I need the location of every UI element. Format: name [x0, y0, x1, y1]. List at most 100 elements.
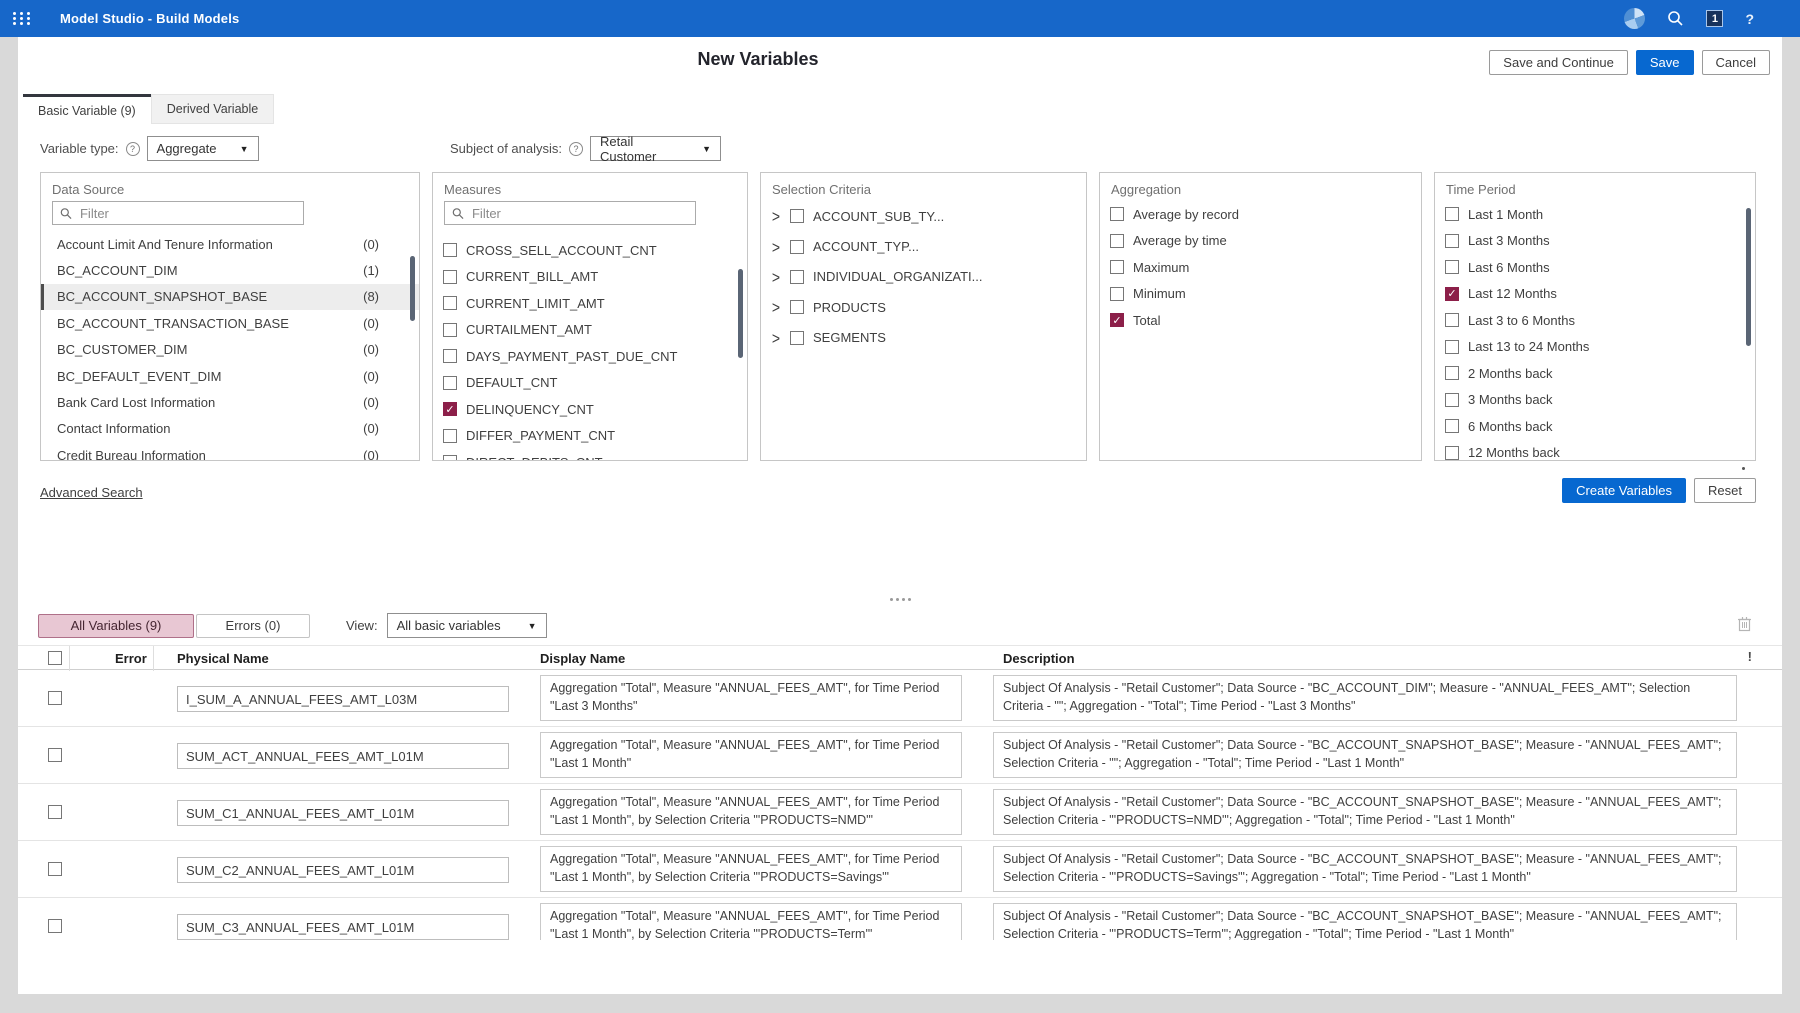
checkbox[interactable]: ✓	[1110, 313, 1124, 327]
save-button[interactable]: Save	[1636, 50, 1694, 75]
checkbox[interactable]	[1445, 446, 1459, 460]
data-source-item[interactable]: Contact Information(0)	[41, 416, 419, 442]
row-checkbox[interactable]	[48, 748, 62, 762]
display-name-field[interactable]: Aggregation "Total", Measure "ANNUAL_FEE…	[540, 675, 962, 721]
subject-of-analysis-dropdown[interactable]: Retail Customer ▼	[590, 136, 721, 161]
create-variables-button[interactable]: Create Variables	[1562, 478, 1686, 503]
search-icon[interactable]	[1667, 10, 1684, 27]
splitter-handle[interactable]	[18, 595, 1782, 603]
delete-trash-icon[interactable]	[1737, 615, 1752, 632]
time-period-item[interactable]: Last 13 to 24 Months	[1435, 334, 1755, 361]
checkbox[interactable]	[1110, 287, 1124, 301]
app-switcher-icon[interactable]	[13, 12, 32, 25]
checkbox[interactable]	[443, 376, 457, 390]
expand-chevron-icon[interactable]: >	[771, 328, 781, 347]
measure-item[interactable]: CURRENT_LIMIT_AMT	[433, 290, 747, 317]
variable-type-help-icon[interactable]: ?	[126, 142, 140, 156]
checkbox[interactable]	[1110, 260, 1124, 274]
select-all-checkbox[interactable]	[48, 651, 62, 665]
description-field[interactable]: Subject Of Analysis - "Retail Customer";…	[993, 846, 1737, 892]
data-source-item[interactable]: BC_CUSTOMER_DIM(0)	[41, 337, 419, 363]
physical-name-input[interactable]	[177, 743, 509, 769]
measure-item[interactable]: DIRECT_DEBITS_CNT	[433, 449, 747, 461]
time-period-scrollbar[interactable]	[1746, 208, 1751, 346]
checkbox[interactable]: ✓	[1445, 287, 1459, 301]
time-period-item[interactable]: 12 Months back	[1435, 440, 1755, 462]
measure-item[interactable]: DEFAULT_CNT	[433, 370, 747, 397]
selection-criteria-item[interactable]: >ACCOUNT_TYP...	[761, 231, 1086, 261]
measure-item[interactable]: CROSS_SELL_ACCOUNT_CNT	[433, 237, 747, 264]
expand-chevron-icon[interactable]: >	[771, 207, 781, 226]
view-dropdown[interactable]: All basic variables ▼	[387, 613, 547, 638]
checkbox[interactable]	[1445, 366, 1459, 380]
tab-all-variables[interactable]: All Variables (9)	[38, 614, 194, 638]
data-source-filter[interactable]	[52, 201, 304, 225]
data-source-scrollbar[interactable]	[410, 256, 415, 321]
checkbox[interactable]	[443, 455, 457, 461]
time-period-item[interactable]: 2 Months back	[1435, 360, 1755, 387]
expand-chevron-icon[interactable]: >	[771, 237, 781, 256]
data-source-item[interactable]: BC_ACCOUNT_TRANSACTION_BASE(0)	[41, 310, 419, 336]
selection-criteria-item[interactable]: >ACCOUNT_SUB_TY...	[761, 201, 1086, 231]
notification-badge[interactable]: 1	[1706, 10, 1723, 27]
checkbox[interactable]	[1110, 207, 1124, 221]
measure-item[interactable]: CURRENT_BILL_AMT	[433, 264, 747, 291]
checkbox[interactable]	[443, 323, 457, 337]
description-field[interactable]: Subject Of Analysis - "Retail Customer";…	[993, 789, 1737, 835]
checkbox[interactable]: ✓	[443, 402, 457, 416]
checkbox[interactable]	[443, 270, 457, 284]
description-field[interactable]: Subject Of Analysis - "Retail Customer";…	[993, 675, 1737, 721]
measures-filter-input[interactable]	[470, 205, 688, 222]
variable-type-dropdown[interactable]: Aggregate ▼	[147, 136, 259, 161]
tab-derived-variable[interactable]: Derived Variable	[151, 94, 274, 124]
cancel-button[interactable]: Cancel	[1702, 50, 1770, 75]
row-checkbox[interactable]	[48, 919, 62, 933]
measures-filter[interactable]	[444, 201, 696, 225]
checkbox[interactable]	[1445, 340, 1459, 354]
aggregation-item[interactable]: Average by record	[1100, 201, 1421, 228]
tab-basic-variable[interactable]: Basic Variable (9)	[23, 94, 151, 124]
tab-errors[interactable]: Errors (0)	[196, 614, 310, 638]
measure-item[interactable]: DIFFER_PAYMENT_CNT	[433, 423, 747, 450]
selection-criteria-item[interactable]: >SEGMENTS	[761, 323, 1086, 353]
checkbox[interactable]	[790, 209, 804, 223]
time-period-item[interactable]: ✓Last 12 Months	[1435, 281, 1755, 308]
description-field[interactable]: Subject Of Analysis - "Retail Customer";…	[993, 732, 1737, 778]
checkbox[interactable]	[1445, 234, 1459, 248]
checkbox[interactable]	[443, 296, 457, 310]
time-period-item[interactable]: 6 Months back	[1435, 413, 1755, 440]
row-checkbox[interactable]	[48, 862, 62, 876]
row-checkbox[interactable]	[48, 691, 62, 705]
data-source-item[interactable]: Credit Bureau Information(0)	[41, 442, 419, 461]
checkbox[interactable]	[790, 240, 804, 254]
time-period-item[interactable]: Last 3 to 6 Months	[1435, 307, 1755, 334]
checkbox[interactable]	[1445, 313, 1459, 327]
display-name-field[interactable]: Aggregation "Total", Measure "ANNUAL_FEE…	[540, 846, 962, 892]
aggregation-item[interactable]: Maximum	[1100, 254, 1421, 281]
selection-criteria-item[interactable]: >PRODUCTS	[761, 292, 1086, 322]
checkbox[interactable]	[443, 349, 457, 363]
advanced-search-link[interactable]: Advanced Search	[40, 485, 143, 500]
data-source-filter-input[interactable]	[78, 205, 296, 222]
aggregation-item[interactable]: Average by time	[1100, 228, 1421, 255]
checkbox[interactable]	[1445, 207, 1459, 221]
time-period-item[interactable]: Last 1 Month	[1435, 201, 1755, 228]
expand-chevron-icon[interactable]: >	[771, 298, 781, 317]
data-source-item[interactable]: Account Limit And Tenure Information(0)	[41, 231, 419, 257]
display-name-field[interactable]: Aggregation "Total", Measure "ANNUAL_FEE…	[540, 789, 962, 835]
physical-name-input[interactable]	[177, 914, 509, 940]
checkbox[interactable]	[790, 331, 804, 345]
physical-name-input[interactable]	[177, 857, 509, 883]
checkbox[interactable]	[1445, 260, 1459, 274]
time-period-item[interactable]: 3 Months back	[1435, 387, 1755, 414]
selection-criteria-item[interactable]: >INDIVIDUAL_ORGANIZATI...	[761, 262, 1086, 292]
measure-item[interactable]: ✓DELINQUENCY_CNT	[433, 396, 747, 423]
measure-item[interactable]: CURTAILMENT_AMT	[433, 317, 747, 344]
row-checkbox[interactable]	[48, 805, 62, 819]
time-period-item[interactable]: Last 6 Months	[1435, 254, 1755, 281]
checkbox[interactable]	[1445, 393, 1459, 407]
expand-chevron-icon[interactable]: >	[771, 267, 781, 286]
checkbox[interactable]	[443, 429, 457, 443]
physical-name-input[interactable]	[177, 686, 509, 712]
aggregation-item[interactable]: Minimum	[1100, 281, 1421, 308]
